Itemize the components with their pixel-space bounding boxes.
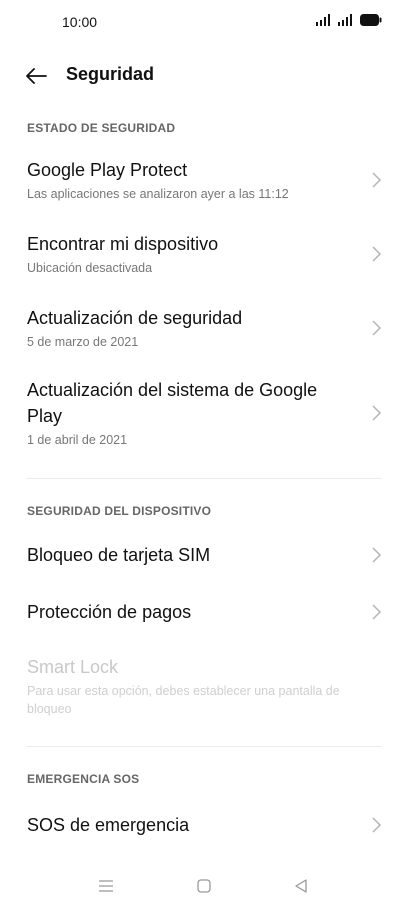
- chevron-right-icon: [372, 817, 382, 833]
- arrow-left-icon: [26, 68, 47, 84]
- signal-icon: [316, 14, 330, 26]
- signal-icon: [338, 14, 352, 26]
- chevron-right-icon: [372, 405, 382, 421]
- divider: [27, 478, 381, 479]
- row-proteccion-pagos[interactable]: Protección de pagos: [0, 597, 408, 629]
- battery-icon: [360, 14, 382, 26]
- row-title: Encontrar mi dispositivo: [27, 234, 219, 254]
- row-subtitle: 1 de abril de 2021: [27, 433, 128, 447]
- chevron-right-icon: [372, 604, 382, 620]
- home-button[interactable]: [190, 874, 218, 898]
- row-subtitle: Las aplicaciones se analizaron ayer a la…: [27, 187, 289, 201]
- app-bar: Seguridad: [0, 52, 408, 100]
- row-title: Smart Lock: [27, 657, 119, 677]
- section-header-sos: EMERGENCIA SOS: [27, 772, 140, 786]
- chevron-right-icon: [372, 172, 382, 188]
- chevron-right-icon: [372, 246, 382, 262]
- status-bar: 10:00: [0, 0, 408, 44]
- section-header-dispositivo: SEGURIDAD DEL DISPOSITIVO: [27, 504, 212, 518]
- row-google-play-protect[interactable]: Google Play Protect Las aplicaciones se …: [0, 155, 408, 207]
- page-title: Seguridad: [66, 64, 155, 84]
- nav-back-button[interactable]: [287, 874, 315, 898]
- row-smart-lock: Smart Lock Para usar esta opción, debes …: [0, 652, 408, 722]
- row-bloqueo-sim[interactable]: Bloqueo de tarjeta SIM: [0, 540, 408, 572]
- row-subtitle-line1: Para usar esta opción, debes establecer …: [27, 684, 340, 698]
- chevron-right-icon: [372, 547, 382, 563]
- status-time: 10:00: [62, 14, 98, 30]
- status-icons: [316, 14, 382, 26]
- row-sos-emergencia[interactable]: SOS de emergencia: [0, 810, 408, 842]
- row-title: Bloqueo de tarjeta SIM: [27, 545, 211, 565]
- home-icon: [197, 879, 211, 893]
- row-subtitle-line2: bloqueo: [27, 702, 72, 716]
- row-title: SOS de emergencia: [27, 815, 190, 835]
- row-subtitle: Ubicación desactivada: [27, 261, 153, 275]
- row-title: Actualización de seguridad: [27, 308, 243, 328]
- divider: [27, 746, 381, 747]
- row-actualizacion-sistema-google-play[interactable]: Actualización del sistema de Google Play…: [0, 376, 408, 452]
- chevron-right-icon: [372, 320, 382, 336]
- row-title-line2: Play: [27, 406, 63, 426]
- nav-bar: [0, 866, 408, 906]
- back-button[interactable]: [22, 62, 50, 90]
- section-header-estado: ESTADO DE SEGURIDAD: [27, 121, 176, 135]
- row-actualizacion-seguridad[interactable]: Actualización de seguridad 5 de marzo de…: [0, 303, 408, 355]
- row-title-line1: Actualización del sistema de Google: [27, 380, 318, 400]
- back-triangle-icon: [295, 879, 307, 893]
- row-title: Protección de pagos: [27, 602, 192, 622]
- recent-apps-button[interactable]: [92, 874, 120, 898]
- row-title: Google Play Protect: [27, 160, 188, 180]
- row-encontrar-dispositivo[interactable]: Encontrar mi dispositivo Ubicación desac…: [0, 229, 408, 281]
- menu-icon: [99, 880, 113, 892]
- row-subtitle: 5 de marzo de 2021: [27, 335, 139, 349]
